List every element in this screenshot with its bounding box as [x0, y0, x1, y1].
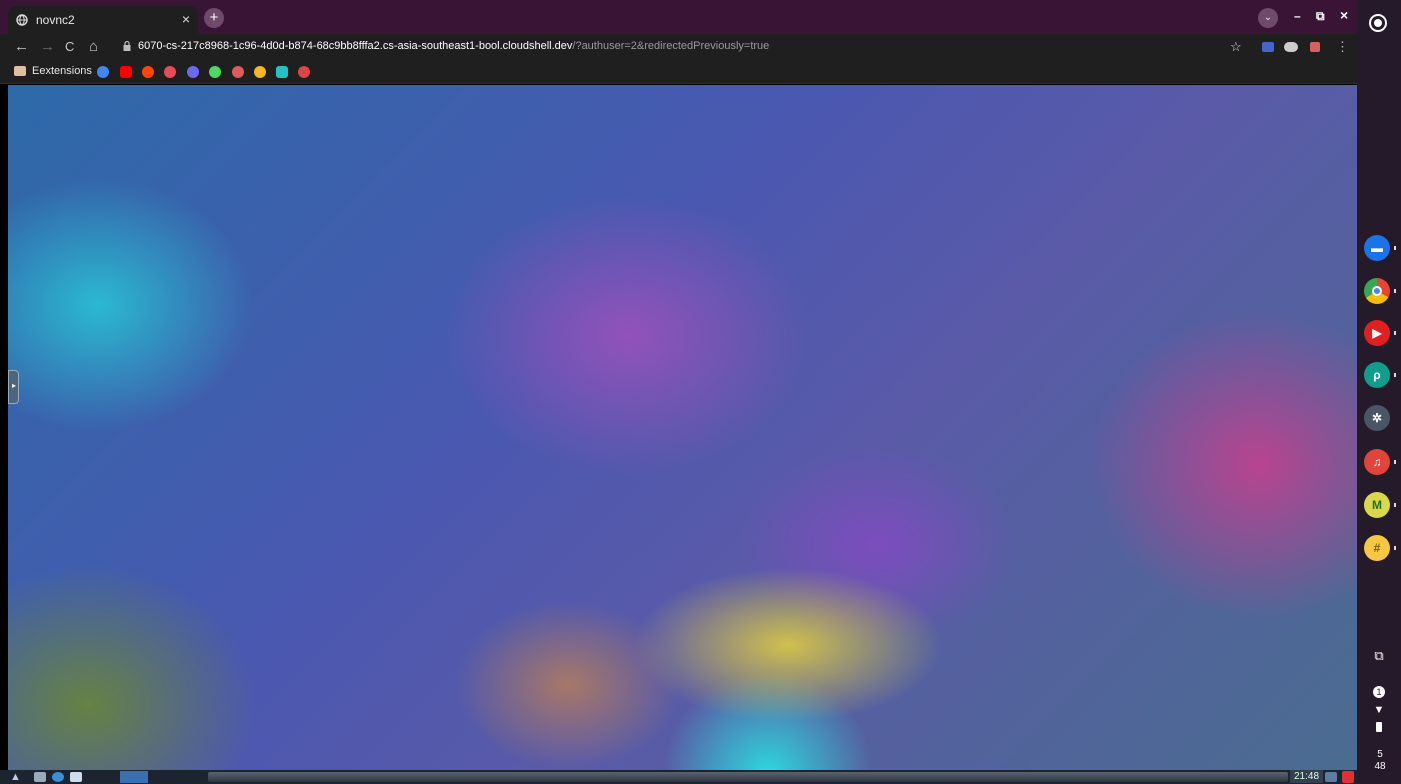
extension-icon[interactable]: [1262, 42, 1274, 52]
clock-hour: 5: [1377, 749, 1383, 760]
tab-title: novnc2: [36, 13, 75, 27]
bee-icon[interactable]: [254, 66, 266, 78]
keep-app-icon[interactable]: #: [1364, 535, 1396, 561]
chromeos-shelf: ▬ ▶ ρ ✲ ♫ M # ⧉ 1 ▼ 5 48: [1357, 0, 1401, 784]
battery-icon[interactable]: [1376, 722, 1382, 732]
expand-icon: ▸: [12, 381, 17, 390]
at-icon[interactable]: [187, 66, 199, 78]
taskbar-window-button[interactable]: [120, 771, 148, 783]
volume-icon[interactable]: [1325, 772, 1337, 782]
menu-icon[interactable]: ⋮: [1336, 39, 1349, 55]
power-icon[interactable]: [1342, 771, 1354, 783]
globe-icon: [16, 14, 28, 26]
bookmarks-bar: Eextensions: [0, 60, 1357, 84]
chrome-app-icon[interactable]: [1364, 278, 1396, 304]
chrome-center: [1372, 286, 1382, 296]
remote-clock[interactable]: 21:48: [1290, 770, 1324, 783]
tab-novnc2[interactable]: novnc2 ×: [8, 6, 198, 34]
lock-icon[interactable]: [123, 41, 131, 51]
home-button[interactable]: ⌂: [89, 38, 98, 55]
launcher-icon[interactable]: [1369, 14, 1387, 32]
cake-icon[interactable]: [232, 66, 244, 78]
running-indicator: [1394, 460, 1396, 464]
robot-icon[interactable]: [276, 66, 288, 78]
puzzle-icon[interactable]: [1310, 42, 1320, 52]
files-app-icon[interactable]: ▬: [1364, 235, 1396, 261]
forward-button[interactable]: →: [40, 38, 55, 55]
start-menu-icon[interactable]: ▲: [10, 771, 21, 783]
headphones-app-icon[interactable]: ♫: [1364, 449, 1396, 475]
remote-taskbar: ▲ 21:48: [0, 770, 1357, 784]
reddit-icon[interactable]: [142, 66, 154, 78]
pin-icon[interactable]: [209, 66, 221, 78]
url-host: 6070-cs-217c8968-1c96-4d0d-b874-68c9bb8f…: [138, 40, 573, 52]
settings-app-icon[interactable]: ✲: [1364, 405, 1390, 431]
system-clock[interactable]: 5 48: [1371, 749, 1389, 773]
remote-desktop[interactable]: ▸: [8, 85, 1357, 770]
tab-search-button[interactable]: ⌄: [1258, 8, 1278, 28]
bookmark-folder-eextensions[interactable]: Eextensions: [14, 65, 92, 77]
pinwheel-icon[interactable]: [164, 66, 176, 78]
taskbar-area: [208, 772, 1288, 782]
browser-icon[interactable]: [52, 772, 64, 782]
terminal-icon[interactable]: [34, 772, 46, 782]
novnc-sidebar-handle[interactable]: ▸: [8, 370, 19, 404]
running-indicator: [1394, 331, 1396, 335]
overview-icon[interactable]: ⧉: [1370, 648, 1388, 664]
running-indicator: [1394, 546, 1396, 550]
bookmark-star-icon[interactable]: ☆: [1230, 39, 1242, 55]
google-icon[interactable]: [97, 66, 109, 78]
youtube-icon[interactable]: [120, 66, 132, 78]
tab-close-icon[interactable]: ×: [182, 11, 190, 27]
clock-minute: 48: [1374, 761, 1386, 772]
folder-icon: [14, 66, 26, 76]
notification-badge[interactable]: 1: [1373, 686, 1385, 698]
picsart-app-icon[interactable]: ρ: [1364, 362, 1396, 388]
back-button[interactable]: ←: [14, 38, 29, 55]
url-path: /?authuser=2&redirectedPreviously=true: [572, 40, 770, 52]
files-icon[interactable]: [70, 772, 82, 782]
url-field[interactable]: 6070-cs-217c8968-1c96-4d0d-b874-68c9bb8f…: [138, 40, 769, 52]
running-indicator: [1394, 289, 1396, 293]
running-indicator: [1394, 503, 1396, 507]
wifi-icon[interactable]: ▼: [1370, 704, 1388, 716]
youtube-music-app-icon[interactable]: ▶: [1364, 320, 1396, 346]
incognito-icon[interactable]: [1284, 42, 1298, 52]
m-app-icon[interactable]: M: [1364, 492, 1396, 518]
close-window-button[interactable]: ×: [1340, 7, 1348, 23]
minimize-button[interactable]: –: [1294, 9, 1301, 23]
tab-strip: novnc2 × + ⌄ – ⧉ ×: [0, 0, 1357, 34]
running-indicator: [1394, 373, 1396, 377]
new-tab-button[interactable]: +: [204, 8, 224, 28]
toolbar: ← → C ⌂ 6070-cs-217c8968-1c96-4d0d-b874-…: [0, 34, 1357, 60]
bookmark-folder-label: Eextensions: [32, 65, 92, 77]
globe-icon[interactable]: [298, 66, 310, 78]
restore-button[interactable]: ⧉: [1316, 9, 1325, 24]
reload-button[interactable]: C: [65, 39, 74, 54]
running-indicator: [1394, 246, 1396, 250]
